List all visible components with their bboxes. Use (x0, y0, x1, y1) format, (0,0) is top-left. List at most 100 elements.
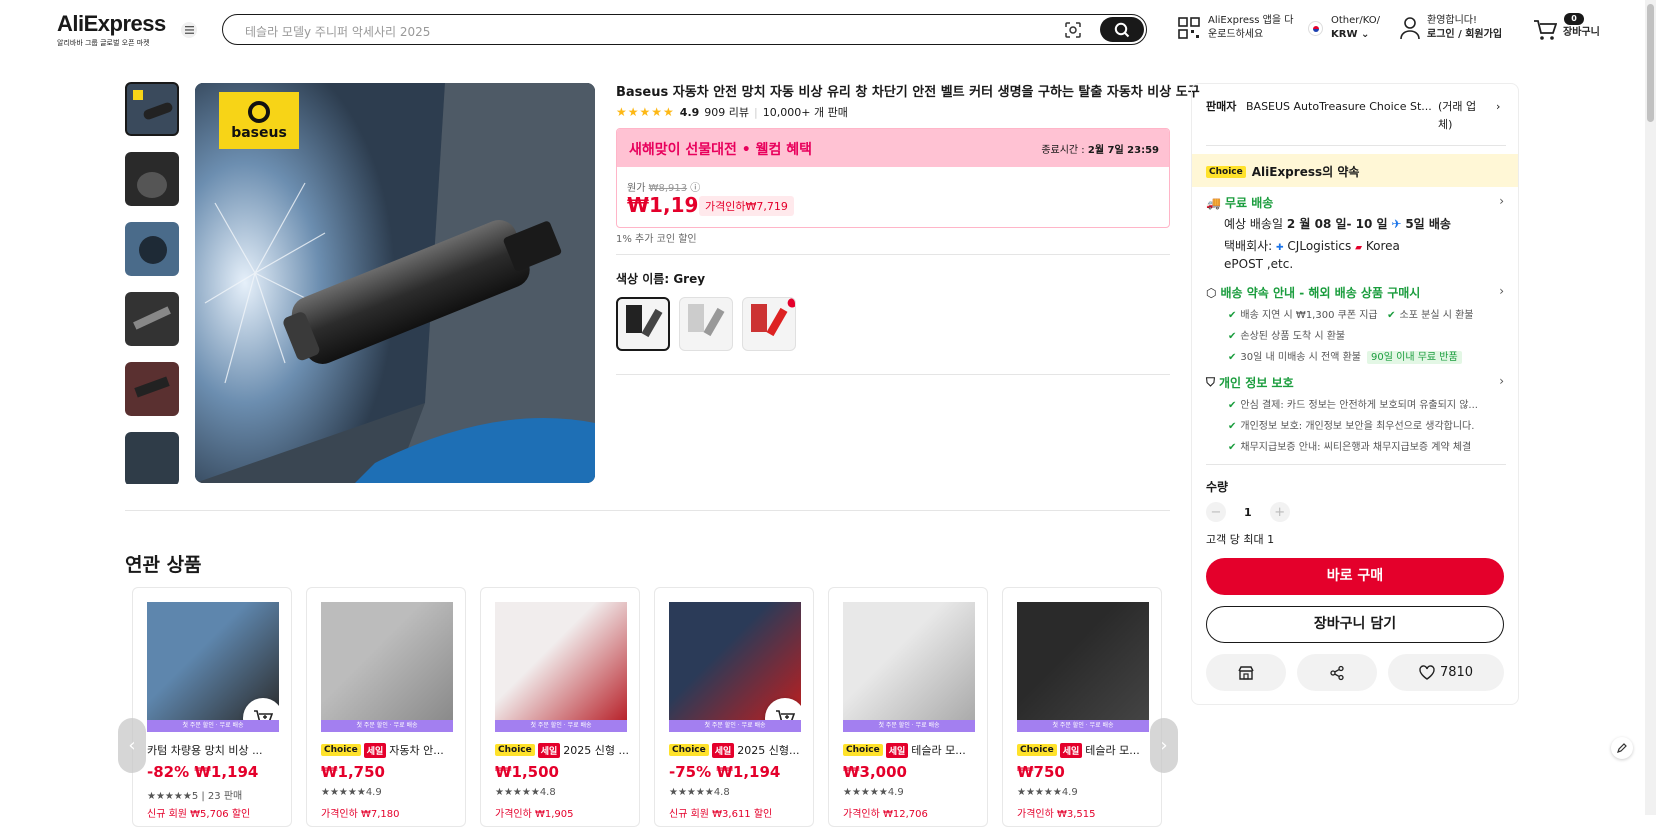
store-icon (1238, 665, 1254, 680)
box-icon: ⬡ (1206, 285, 1217, 300)
rating-stars: ★★★★★ (616, 105, 675, 119)
seller-name[interactable]: BASEUS AutoTreasure Choice St... (1246, 98, 1436, 116)
chevron-right-icon[interactable]: › (1499, 194, 1504, 208)
share-icon (1330, 665, 1344, 680)
korea-flag-icon (1308, 21, 1323, 36)
divider (616, 374, 1170, 375)
product-card-title[interactable]: Choice 세일 자동차 안... (321, 742, 461, 758)
choice-tag: Choice (843, 744, 883, 756)
chevron-right-icon[interactable]: › (1499, 284, 1504, 298)
thumbnail-4[interactable] (125, 292, 179, 346)
divider (1206, 145, 1506, 146)
privacy-title[interactable]: ⛉ 개인 정보 보호 (1206, 374, 1294, 391)
product-card[interactable]: 첫 주문 할인 · 무료 배송 Choice 세일 테슬라 모... ₩750 ★★★★★… (1002, 587, 1162, 827)
color-option-grey[interactable] (616, 297, 670, 351)
store-button[interactable] (1206, 654, 1286, 691)
chevron-right-icon: › (1160, 735, 1168, 756)
product-card-rating: ★★★★★4.9 (1017, 787, 1078, 798)
chevron-right-icon[interactable]: › (1499, 374, 1504, 388)
delivery-estimate: 예상 배송일 2 월 08 일- 10 일 ✈ 5일 배송 (1224, 217, 1451, 231)
promo-strip: 첫 주문 할인 · 무료 배송 (1017, 720, 1149, 732)
thumbnail-1[interactable] (125, 82, 179, 136)
reviews-link[interactable]: 909 리뷰 (704, 104, 749, 120)
seller-row[interactable]: 판매자 BASEUS AutoTreasure Choice St... (거래… (1206, 98, 1506, 131)
qr-code-icon (1178, 17, 1200, 39)
thumbnail-2[interactable] (125, 152, 179, 206)
main-product-image[interactable]: baseus (195, 83, 595, 483)
quantity-value[interactable]: 1 (1244, 506, 1252, 519)
quantity-plus-button[interactable]: + (1269, 502, 1290, 522)
product-card-discount: 신규 회원 ₩3,611 할인 (669, 809, 773, 820)
product-card[interactable]: 첫 주문 할인 · 무료 배송 Choice 세일 자동차 안... ₩1,750 ★★★… (306, 587, 466, 827)
product-card-image[interactable] (147, 602, 279, 720)
quantity-label: 수량 (1206, 480, 1229, 494)
thumbnail-list (125, 82, 181, 484)
wishlist-button[interactable]: 7810 (1388, 654, 1504, 691)
carousel-next-button[interactable]: › (1150, 718, 1178, 773)
divider (1206, 464, 1506, 465)
product-card-title[interactable]: Choice 세일 2025 신형 ... (495, 742, 635, 758)
promo-strip: 첫 주문 할인 · 무료 배송 (495, 720, 627, 732)
product-card[interactable]: 첫 주문 할인 · 무료 배송 Choice 세일 2025 신형 ... ₩1,500… (480, 587, 640, 827)
wishlist-count: 7810 (1439, 665, 1474, 680)
shield-icon: ⛉ (1206, 375, 1216, 389)
chevron-down-icon: ⌄ (1360, 29, 1370, 40)
carousel-prev-button[interactable]: ‹ (118, 718, 146, 773)
product-card-rating: ★★★★★4.8 (495, 787, 556, 798)
product-card-image[interactable] (495, 602, 627, 720)
product-card[interactable]: 첫 주문 할인 · 무료 배송 카텀 차량용 망치 비상 ... -82% ₩1,1… (132, 587, 292, 827)
free-shipping-title[interactable]: 🚚 무료 배송 (1206, 194, 1273, 211)
aliexpress-logo[interactable]: AliExpress 알리바바 그룹 글로벌 오픈 마켓 (57, 11, 166, 48)
product-card-image[interactable] (843, 602, 975, 720)
check-icon: ✔ (1387, 310, 1396, 321)
product-card-rating: ★★★★★4.9 (321, 787, 382, 798)
product-card-rating: ★★★★★4.8 (669, 787, 730, 798)
thumbnail-3[interactable] (125, 222, 179, 276)
app-download[interactable]: AliExpress 앱을 다 운로드하세요 (1178, 14, 1293, 42)
cart-count-badge: 0 (1564, 13, 1584, 25)
color-option-silver[interactable] (679, 297, 733, 351)
choice-tag: Choice (1017, 744, 1057, 756)
thumbnail-6[interactable] (125, 432, 179, 484)
feedback-edit-button[interactable] (1611, 737, 1633, 759)
product-card-price: -75% ₩1,194 (669, 763, 781, 781)
hot-icon: ● (787, 298, 795, 309)
buy-now-button[interactable]: 바로 구매 (1206, 558, 1504, 595)
product-title: Baseus 자동차 안전 망치 자동 비상 유리 창 차단기 안전 벨트 커터… (616, 85, 1200, 100)
check-icon: ✔ (1228, 352, 1237, 363)
product-card-image[interactable] (1017, 602, 1149, 720)
image-search-icon[interactable] (1064, 21, 1082, 43)
add-to-cart-icon[interactable] (243, 698, 279, 720)
product-card-discount: 신규 회원 ₩5,706 할인 (147, 809, 251, 820)
choice-tag: Choice (669, 744, 709, 756)
divider (125, 510, 1170, 511)
product-card-title[interactable]: Choice 세일 2025 신형... (669, 742, 809, 758)
max-per-customer: 고객 당 최대 1 (1206, 533, 1275, 546)
color-option-red[interactable]: ● (742, 297, 796, 351)
page-scrollbar[interactable] (1645, 0, 1656, 815)
menu-button[interactable] (181, 22, 197, 38)
search-button[interactable] (1100, 17, 1144, 42)
courier-info: 택배회사: ✚ CJLogistics ▰ Korea (1224, 239, 1400, 253)
add-to-cart-icon[interactable] (765, 698, 801, 720)
search-input[interactable]: 테슬라 모델y 주니퍼 악세사리 2025 (245, 23, 430, 40)
product-card-title[interactable]: 카텀 차량용 망치 비상 ... (147, 742, 287, 758)
product-card-discount: 가격인하 ₩3,515 (1017, 809, 1096, 820)
product-card-title[interactable]: Choice 세일 테슬라 모... (843, 742, 983, 758)
product-card-image[interactable] (321, 602, 453, 720)
rating-row: ★★★★★ 4.9 909 리뷰 | 10,000+ 개 판매 (616, 104, 848, 120)
scrollbar-thumb[interactable] (1647, 4, 1654, 122)
add-to-cart-button[interactable]: 장바구니 담기 (1206, 606, 1504, 643)
product-card-image[interactable] (669, 602, 801, 720)
account-menu[interactable]: 환영합니다! 로그인 / 회원가입 (1399, 14, 1502, 42)
thumbnail-5[interactable] (125, 362, 179, 416)
check-icon: ✔ (1228, 310, 1237, 321)
delivery-guarantee-title[interactable]: ⬡ 배송 약속 안내 - 해외 배송 상품 구매시 (1206, 284, 1420, 301)
product-card[interactable]: 첫 주문 할인 · 무료 배송 Choice 세일 2025 신형... -75% ₩1… (654, 587, 814, 827)
product-card-title[interactable]: Choice 세일 테슬라 모... (1017, 742, 1157, 758)
share-button[interactable] (1297, 654, 1377, 691)
quantity-minus-button[interactable]: − (1206, 502, 1226, 522)
product-card[interactable]: 첫 주문 할인 · 무료 배송 Choice 세일 테슬라 모... ₩3,000 ★★★… (828, 587, 988, 827)
region-selector[interactable]: Other/KO/ KRW ⌄ (1308, 14, 1380, 42)
purchase-sidebar: 판매자 BASEUS AutoTreasure Choice St... (거래… (1191, 83, 1519, 705)
